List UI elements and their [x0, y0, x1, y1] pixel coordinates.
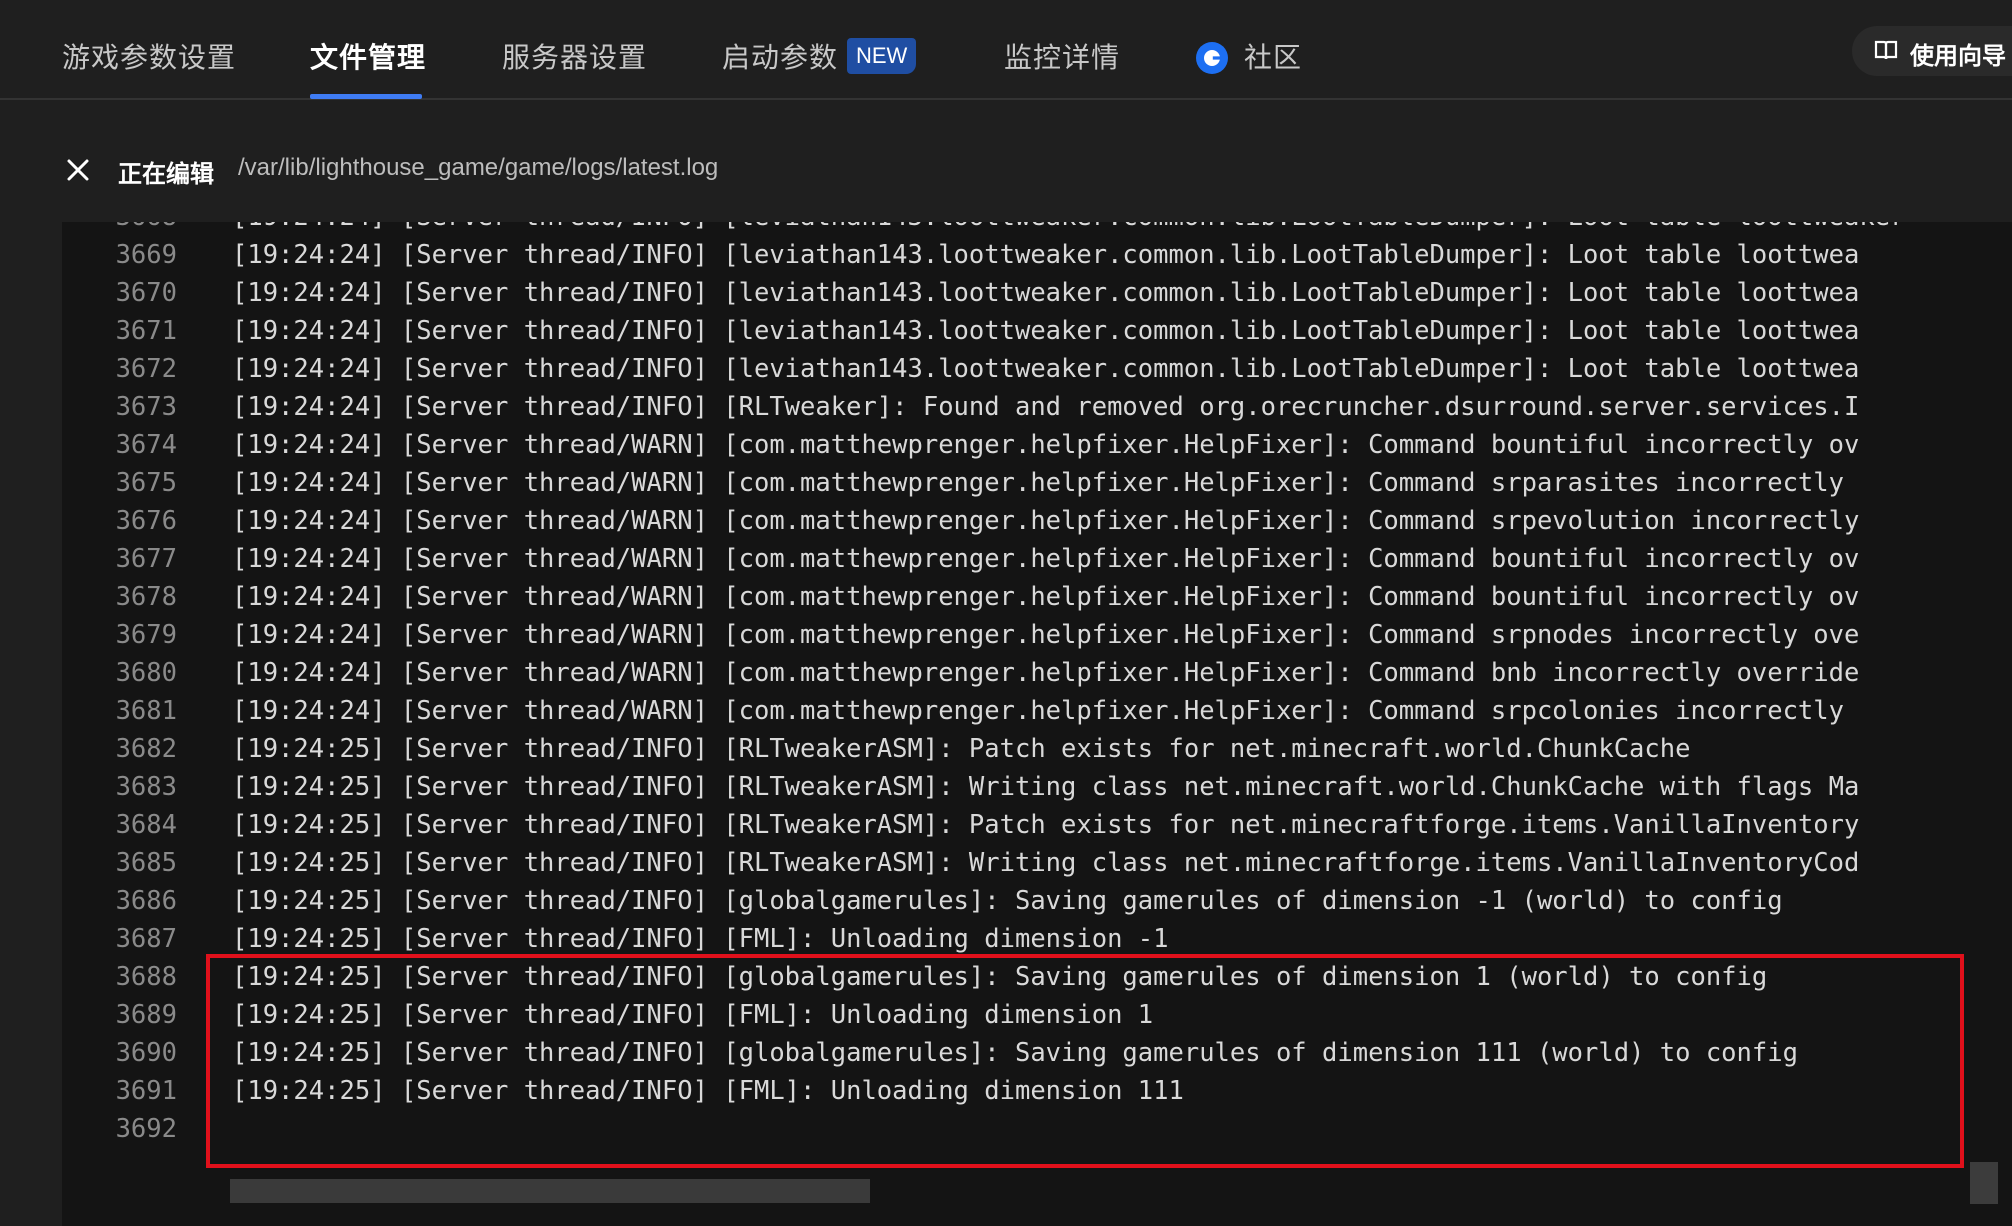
line-number: 3673: [115, 392, 177, 422]
line-text: [19:24:25] [Server thread/INFO] [RLTweak…: [232, 810, 1860, 840]
file-path: /var/lib/lighthouse_game/game/logs/lates…: [238, 154, 719, 181]
community-icon: [1196, 42, 1228, 74]
vertical-scrollbar[interactable]: [1970, 1162, 1998, 1204]
line-number: 3682: [115, 734, 177, 764]
line-number: 3678: [115, 582, 177, 612]
code-line: 3681 [19:24:24] [Server thread/WARN] [com…: [62, 692, 2012, 730]
line-text: [19:24:24] [Server thread/INFO] [RLTweak…: [232, 392, 1860, 422]
tab-server-settings[interactable]: 服务器设置: [502, 36, 647, 76]
code-line: 3671 [19:24:24] [Server thread/INFO] [lev…: [62, 312, 2012, 350]
code-line: 3687 [19:24:25] [Server thread/INFO] [FML…: [62, 920, 2012, 958]
horizontal-scrollbar[interactable]: [230, 1179, 870, 1203]
code-line: 3677 [19:24:24] [Server thread/WARN] [com…: [62, 540, 2012, 578]
code-line: 3678 [19:24:24] [Server thread/WARN] [com…: [62, 578, 2012, 616]
line-text: [19:24:24] [Server thread/INFO] [leviath…: [232, 240, 1860, 270]
code-line: 3679 [19:24:24] [Server thread/WARN] [com…: [62, 616, 2012, 654]
tab-game-params[interactable]: 游戏参数设置: [62, 36, 236, 76]
line-text: [19:24:24] [Server thread/INFO] [leviath…: [232, 222, 1905, 236]
line-number: 3679: [115, 620, 177, 650]
top-nav: 游戏参数设置 文件管理 服务器设置 启动参数 NEW 监控详情 社区 使用向导: [0, 0, 2012, 100]
tab-file-management[interactable]: 文件管理: [310, 36, 426, 76]
line-number: 3688: [115, 962, 177, 992]
code-line: 3684 [19:24:25] [Server thread/INFO] [RLT…: [62, 806, 2012, 844]
line-text: [19:24:24] [Server thread/WARN] [com.mat…: [232, 620, 1860, 650]
editing-label: 正在编辑: [118, 160, 214, 188]
new-badge: NEW: [847, 38, 917, 74]
code-line: 3674 [19:24:24] [Server thread/WARN] [com…: [62, 426, 2012, 464]
user-guide-button[interactable]: 使用向导: [1852, 26, 2012, 76]
line-number: 3691: [115, 1076, 177, 1106]
line-number: 3674: [115, 430, 177, 460]
line-text: [19:24:25] [Server thread/INFO] [globalg…: [232, 886, 1783, 916]
line-text: [19:24:24] [Server thread/WARN] [com.mat…: [232, 506, 1860, 536]
line-number: 3683: [115, 772, 177, 802]
code-line: 3685 [19:24:25] [Server thread/INFO] [RLT…: [62, 844, 2012, 882]
line-number: 3686: [115, 886, 177, 916]
line-text: [19:24:24] [Server thread/WARN] [com.mat…: [232, 544, 1860, 574]
line-text: [19:24:24] [Server thread/WARN] [com.mat…: [232, 468, 1844, 498]
book-icon: [1874, 40, 1898, 60]
line-number: 3684: [115, 810, 177, 840]
line-text: [19:24:25] [Server thread/INFO] [RLTweak…: [232, 734, 1691, 764]
tab-monitoring[interactable]: 监控详情: [1004, 36, 1120, 76]
code-line: 3683 [19:24:25] [Server thread/INFO] [RLT…: [62, 768, 2012, 806]
code-line: 3673 [19:24:24] [Server thread/INFO] [RLT…: [62, 388, 2012, 426]
line-text: [19:24:24] [Server thread/WARN] [com.mat…: [232, 696, 1844, 726]
line-text: [19:24:25] [Server thread/INFO] [RLTweak…: [232, 772, 1860, 802]
code-line: 3672 [19:24:24] [Server thread/INFO] [lev…: [62, 350, 2012, 388]
line-text: [19:24:24] [Server thread/INFO] [leviath…: [232, 278, 1860, 308]
line-text: [19:24:24] [Server thread/INFO] [leviath…: [232, 316, 1860, 346]
active-tab-indicator: [310, 94, 422, 99]
line-text: [19:24:24] [Server thread/WARN] [com.mat…: [232, 658, 1860, 688]
line-number: 3668: [62, 222, 177, 236]
code-line: 3669 [19:24:24] [Server thread/INFO] [lev…: [62, 236, 2012, 274]
line-number: 3671: [115, 316, 177, 346]
tab-community[interactable]: 社区: [1244, 36, 1302, 76]
code-line: 3668 [19:24:24] [Server thread/INFO] [lev…: [62, 222, 2012, 236]
line-text: [19:24:25] [Server thread/INFO] [RLTweak…: [232, 848, 1860, 878]
highlight-box: [206, 954, 1964, 1168]
line-number: 3689: [115, 1000, 177, 1030]
line-number: 3675: [115, 468, 177, 498]
line-number: 3681: [115, 696, 177, 726]
tab-launch-params[interactable]: 启动参数: [722, 36, 838, 76]
code-line: 3680 [19:24:24] [Server thread/WARN] [com…: [62, 654, 2012, 692]
line-number: 3669: [115, 240, 177, 270]
line-number: 3677: [115, 544, 177, 574]
line-text: [19:24:24] [Server thread/WARN] [com.mat…: [232, 430, 1860, 460]
code-line: 3682 [19:24:25] [Server thread/INFO] [RLT…: [62, 730, 2012, 768]
line-text: [19:24:24] [Server thread/WARN] [com.mat…: [232, 582, 1860, 612]
user-guide-label: 使用向导: [1910, 42, 2006, 70]
line-number: 3676: [115, 506, 177, 536]
line-text: [19:24:24] [Server thread/INFO] [leviath…: [232, 354, 1860, 384]
edit-bar: 正在编辑 /var/lib/lighthouse_game/game/logs/…: [0, 140, 2012, 200]
code-line: 3675 [19:24:24] [Server thread/WARN] [com…: [62, 464, 2012, 502]
line-number: 3672: [115, 354, 177, 384]
code-line: 3676 [19:24:24] [Server thread/WARN] [com…: [62, 502, 2012, 540]
code-line: 3686 [19:24:25] [Server thread/INFO] [glo…: [62, 882, 2012, 920]
line-number: 3687: [115, 924, 177, 954]
line-number: 3680: [115, 658, 177, 688]
close-icon[interactable]: [66, 158, 90, 182]
line-number: 3670: [115, 278, 177, 308]
code-line: 3670 [19:24:24] [Server thread/INFO] [lev…: [62, 274, 2012, 312]
line-number: 3692: [115, 1114, 177, 1144]
line-number: 3690: [115, 1038, 177, 1068]
line-number: 3685: [115, 848, 177, 878]
line-text: [19:24:25] [Server thread/INFO] [FML]: U…: [232, 924, 1169, 954]
